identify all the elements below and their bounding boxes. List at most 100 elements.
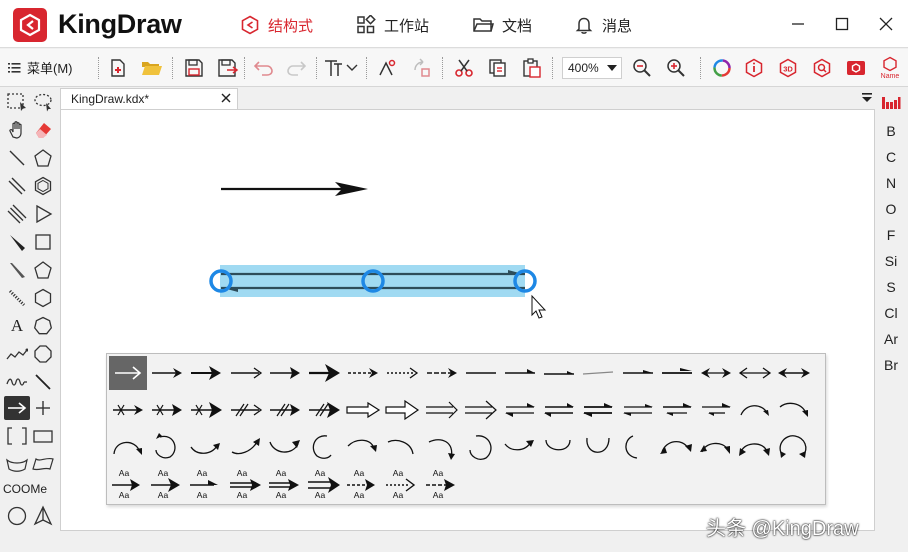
save-button[interactable]: [182, 56, 206, 80]
eraser-tool[interactable]: [30, 118, 56, 142]
lasso-tool[interactable]: [30, 90, 56, 114]
arrow-style-option[interactable]: [579, 430, 617, 464]
arrow-style-option[interactable]: [540, 356, 578, 390]
coome-tool[interactable]: COOMe: [3, 482, 47, 496]
chain-tool[interactable]: [4, 342, 30, 366]
redo-button[interactable]: [284, 56, 308, 80]
line-tool[interactable]: [30, 370, 56, 394]
info-button[interactable]: [742, 56, 766, 80]
open-file-button[interactable]: [140, 56, 164, 80]
arrow-style-option[interactable]: [658, 430, 696, 464]
3d-view-button[interactable]: 3D: [776, 56, 800, 80]
arrow-style-option[interactable]: [423, 356, 461, 390]
text-format-dropdown[interactable]: [344, 56, 360, 80]
arrow-style-option[interactable]: [423, 393, 461, 427]
element-B[interactable]: B: [876, 123, 906, 139]
stereo-button[interactable]: [376, 56, 400, 80]
element-S[interactable]: S: [876, 279, 906, 295]
nav-tab-workstation[interactable]: 工作站: [356, 12, 429, 38]
save-as-button[interactable]: [216, 56, 240, 80]
arrow-style-option[interactable]: [501, 430, 539, 464]
double-bond-tool[interactable]: [4, 174, 30, 198]
square-ring-tool[interactable]: [30, 230, 56, 254]
reaction-arrow[interactable]: [221, 182, 368, 196]
arrow-style-option[interactable]: [579, 393, 617, 427]
cut-button[interactable]: [452, 56, 476, 80]
arrow-style-option[interactable]: Aa Aa: [266, 467, 304, 501]
hashed-bond-tool[interactable]: [4, 286, 30, 310]
element-Cl[interactable]: Cl: [876, 305, 906, 321]
arrow-style-option[interactable]: [109, 430, 147, 464]
arrow-style-option[interactable]: [619, 393, 657, 427]
arrow-style-option[interactable]: [109, 393, 147, 427]
lab-shape-tool[interactable]: [30, 452, 56, 476]
bracket-tool[interactable]: [4, 424, 30, 448]
arrow-style-option[interactable]: [658, 393, 696, 427]
element-O[interactable]: O: [876, 201, 906, 217]
arrow-style-option[interactable]: [540, 430, 578, 464]
name-to-structure-button[interactable]: Name: [876, 56, 904, 80]
arrow-style-option[interactable]: Aa Aa: [227, 467, 265, 501]
arrow-style-option[interactable]: Aa Aa: [109, 467, 147, 501]
image-recognition-button[interactable]: [844, 56, 868, 80]
benzene-ring-tool[interactable]: [30, 174, 56, 198]
arrow-style-option[interactable]: [658, 356, 696, 390]
arrow-style-option[interactable]: [266, 430, 304, 464]
wavy-bond-tool[interactable]: [4, 370, 30, 394]
arrow-style-option[interactable]: [736, 393, 774, 427]
wedge-bond-tool[interactable]: [4, 230, 30, 254]
pan-tool[interactable]: [4, 118, 30, 142]
element-Si[interactable]: Si: [876, 253, 906, 269]
arrow-style-option[interactable]: [619, 430, 657, 464]
arrow-style-option[interactable]: [227, 430, 265, 464]
nav-tab-documents[interactable]: 文档: [472, 12, 532, 38]
clean-structure-button[interactable]: [410, 56, 434, 80]
arrow-style-option[interactable]: [187, 356, 225, 390]
arrow-style-option[interactable]: [187, 430, 225, 464]
arrow-style-option[interactable]: [423, 430, 461, 464]
color-button[interactable]: [710, 56, 734, 80]
arrow-style-option[interactable]: [697, 356, 735, 390]
lasso-select-tool[interactable]: [4, 90, 30, 114]
triangle-tool[interactable]: [30, 202, 56, 226]
periodic-table-button[interactable]: [876, 96, 906, 113]
element-Ar[interactable]: Ar: [876, 331, 906, 347]
arrow-style-option[interactable]: [697, 393, 735, 427]
circle-tool[interactable]: [4, 504, 30, 528]
undo-button[interactable]: [252, 56, 276, 80]
arrow-style-option[interactable]: [501, 356, 539, 390]
hexagon-ring-tool[interactable]: [30, 286, 56, 310]
new-file-button[interactable]: [106, 56, 130, 80]
copy-button[interactable]: [486, 56, 510, 80]
arrow-style-option[interactable]: [697, 430, 735, 464]
arrow-style-option[interactable]: [775, 356, 813, 390]
arrow-style-option[interactable]: [266, 356, 304, 390]
selected-equilibrium-arrow[interactable]: [209, 265, 537, 297]
element-Br[interactable]: Br: [876, 357, 906, 373]
arrow-style-option[interactable]: [227, 356, 265, 390]
triple-bond-tool[interactable]: [4, 202, 30, 226]
element-F[interactable]: F: [876, 227, 906, 243]
single-bond-tool[interactable]: [4, 146, 30, 170]
close-tab-button[interactable]: [221, 90, 231, 107]
arrow-style-option[interactable]: Aa Aa: [423, 467, 461, 501]
arrow-style-option[interactable]: [462, 393, 500, 427]
arrow-style-option[interactable]: [305, 356, 343, 390]
minimize-button[interactable]: [784, 10, 812, 38]
plus-tool[interactable]: [30, 396, 56, 420]
arrow-style-option[interactable]: [775, 430, 813, 464]
arrow-style-option[interactable]: [540, 393, 578, 427]
arrow-style-option[interactable]: [501, 393, 539, 427]
text-format-button[interactable]: [322, 56, 346, 80]
arrow-style-option[interactable]: [148, 393, 186, 427]
arrow-style-option[interactable]: [775, 393, 813, 427]
tab-list-button[interactable]: [861, 91, 873, 103]
pentagon-outline-tool[interactable]: [30, 258, 56, 282]
arrow-style-option[interactable]: Aa Aa: [383, 467, 421, 501]
arrow-style-option[interactable]: [148, 356, 186, 390]
arrow-tool[interactable]: [4, 396, 30, 420]
arrow-style-option[interactable]: [344, 393, 382, 427]
arrow-style-option[interactable]: [305, 430, 343, 464]
arrow-style-option[interactable]: [462, 356, 500, 390]
arrow-style-option[interactable]: [344, 356, 382, 390]
